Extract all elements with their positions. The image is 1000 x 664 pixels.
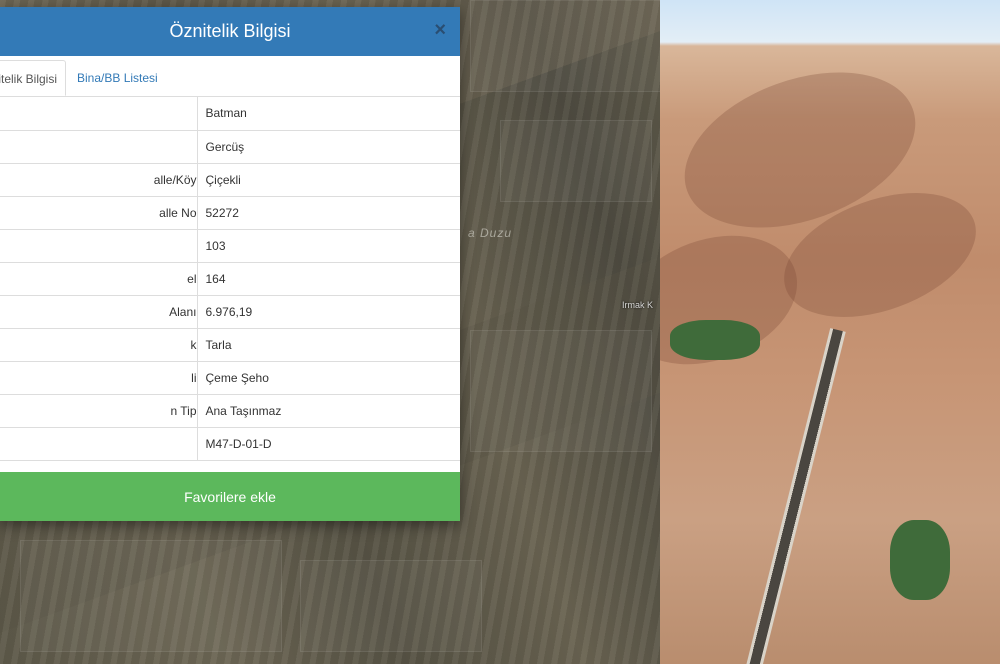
attribute-key-label: alle No: [159, 205, 197, 220]
attribute-table: Batman Gercüş alle/Köy Çiçekli alle No 52272 1…: [0, 97, 460, 461]
map-field: [500, 120, 652, 202]
table-row: Gercüş: [0, 130, 460, 164]
attribute-key: alle No: [0, 196, 198, 230]
table-row: 103: [0, 229, 460, 263]
add-to-favorites-button[interactable]: Favorilere ekle: [0, 472, 460, 521]
tab-building-list-label: Bina/BB Listesi: [77, 71, 158, 85]
attribute-key-label: alle/Köy: [153, 172, 197, 187]
table-row: n Tip Ana Taşınmaz: [0, 394, 460, 428]
table-row: M47-D-01-D: [0, 427, 460, 461]
table-row: k Tarla: [0, 328, 460, 362]
map-field: [300, 560, 482, 652]
tab-bar: itelik Bilgisi Bina/BB Listesi: [0, 56, 460, 97]
map-field: [20, 540, 282, 652]
attribute-key: [0, 130, 198, 164]
map-place-label: a Duzu: [468, 226, 513, 240]
highway-road: [743, 328, 846, 664]
attribute-key-label: li: [191, 370, 197, 385]
table-row: el 164: [0, 262, 460, 296]
tab-attribute-info[interactable]: itelik Bilgisi: [0, 60, 66, 96]
attribute-value: 103: [197, 229, 460, 263]
table-row: alle No 52272: [0, 196, 460, 230]
table-row: li Çeme Şeho: [0, 361, 460, 395]
map-field: [470, 330, 652, 452]
attribute-value: Batman: [197, 97, 460, 131]
attribute-value: Ana Taşınmaz: [197, 394, 460, 428]
attribute-key: li: [0, 361, 198, 395]
attribute-key-label: k: [190, 337, 197, 352]
attribute-value: Tarla: [197, 328, 460, 362]
attribute-value: Çeme Şeho: [197, 361, 460, 395]
tab-building-list[interactable]: Bina/BB Listesi: [67, 60, 168, 96]
attribute-key: n Tip: [0, 394, 198, 428]
attribute-key: alle/Köy: [0, 163, 198, 197]
vegetation-area: [670, 320, 760, 360]
table-row: Batman: [0, 97, 460, 131]
attribute-value: Gercüş: [197, 130, 460, 164]
terrain-ridge: [660, 212, 816, 388]
attribute-key: Alanı: [0, 295, 198, 329]
attribute-key-label: n Tip: [170, 403, 197, 418]
attribute-key-label: Alanı: [169, 304, 197, 319]
map-field: [470, 0, 662, 92]
vegetation-area: [890, 520, 950, 600]
attribute-value: 6.976,19: [197, 295, 460, 329]
panel-title: Öznitelik Bilgisi: [169, 21, 291, 41]
attribute-key: [0, 97, 198, 131]
tab-attribute-info-label: itelik Bilgisi: [0, 72, 57, 86]
attribute-key: [0, 427, 198, 461]
close-icon[interactable]: ×: [434, 20, 446, 40]
attribute-info-panel: Öznitelik Bilgisi × itelik Bilgisi Bina/…: [0, 7, 460, 521]
attribute-value: 52272: [197, 196, 460, 230]
table-row: Alanı 6.976,19: [0, 295, 460, 329]
attribute-key: k: [0, 328, 198, 362]
attribute-value: 164: [197, 262, 460, 296]
terrain-3d-view[interactable]: [660, 0, 1000, 664]
table-row: alle/Köy Çiçekli: [0, 163, 460, 197]
attribute-key: el: [0, 262, 198, 296]
attribute-key: [0, 229, 198, 263]
attribute-value: Çiçekli: [197, 163, 460, 197]
attribute-value: M47-D-01-D: [197, 427, 460, 461]
attribute-key-label: el: [187, 271, 197, 286]
map-place-label: Irmak K: [622, 300, 654, 310]
panel-header: Öznitelik Bilgisi ×: [0, 7, 460, 56]
